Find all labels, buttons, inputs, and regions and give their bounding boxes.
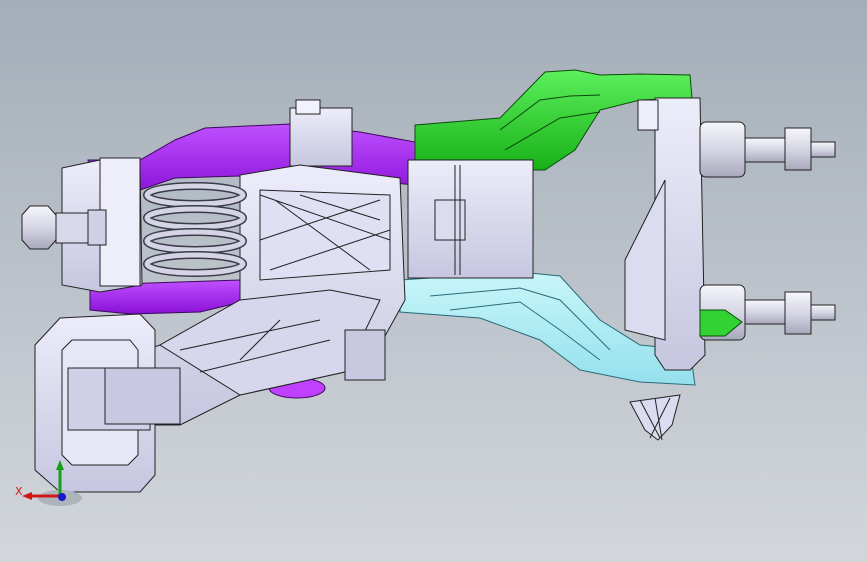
x-axis-label: X: [15, 485, 23, 498]
vertical-bracket-plate[interactable]: [624, 97, 706, 371]
lower-cone-fitting[interactable]: [629, 394, 681, 441]
graphics-viewport[interactable]: X: [0, 0, 867, 562]
coordinate-triad: X: [12, 458, 82, 518]
coil-spring[interactable]: [143, 182, 247, 277]
upper-stud-bolt[interactable]: [699, 121, 836, 178]
cad-assembly-model[interactable]: [0, 0, 867, 562]
